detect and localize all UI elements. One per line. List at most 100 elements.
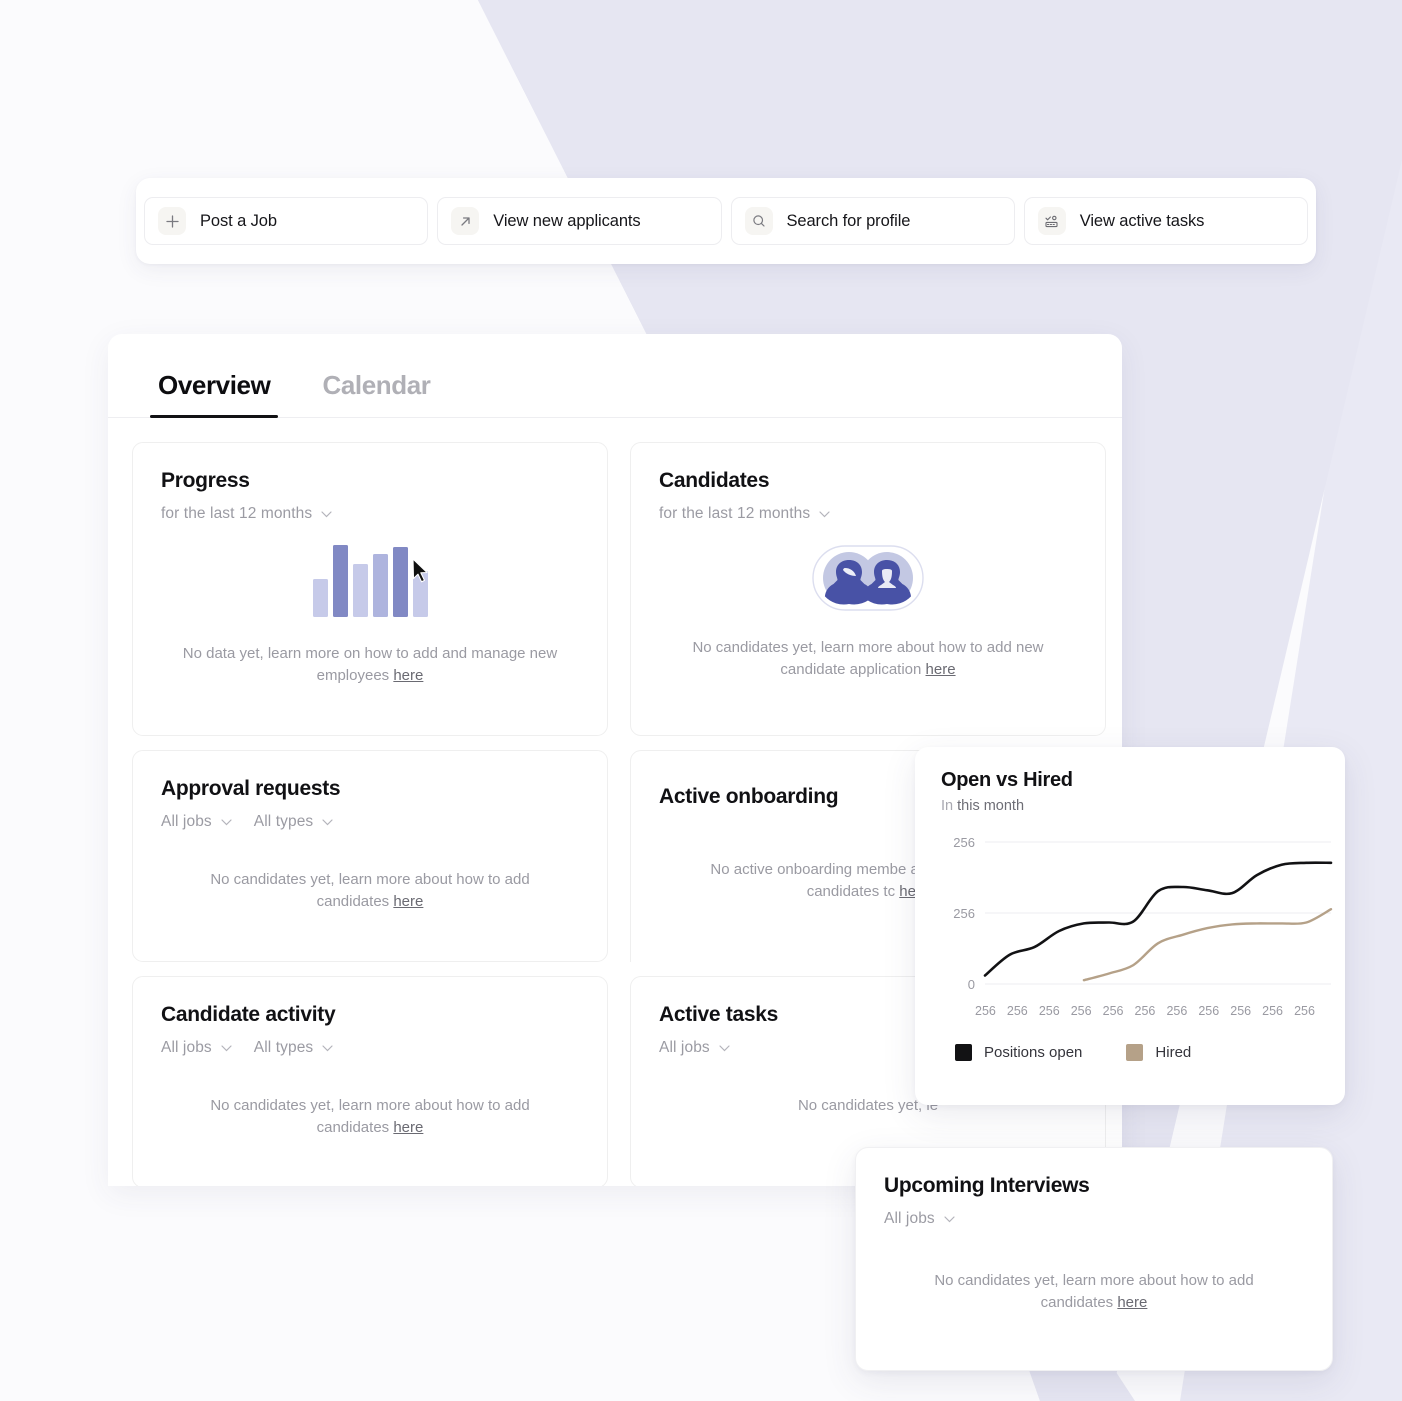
approval-types-dropdown[interactable]: All types xyxy=(254,813,333,831)
candidates-range-label: for the last 12 months xyxy=(659,505,811,522)
activity-empty-text: No candidates yet, learn more about how … xyxy=(210,1097,530,1136)
approval-empty-text: No candidates yet, learn more about how … xyxy=(210,871,530,910)
candidates-empty-text: No candidates yet, learn more about how … xyxy=(692,639,1044,678)
chart-plot-area: 256 256 0 xyxy=(931,828,1333,998)
tab-calendar[interactable]: Calendar xyxy=(296,370,456,417)
progress-here-link[interactable]: here xyxy=(393,667,423,684)
progress-range-dropdown[interactable]: for the last 12 months xyxy=(161,505,332,523)
x-tick-label: 256 xyxy=(1134,1004,1156,1018)
chart-legend: Positions open Hired xyxy=(931,1044,1319,1061)
x-tick-label: 256 xyxy=(1166,1004,1188,1018)
interviews-jobs-label: All jobs xyxy=(884,1210,935,1227)
legend-swatch xyxy=(955,1044,972,1061)
x-tick-label: 256 xyxy=(1070,1004,1092,1018)
chevron-down-icon xyxy=(944,1215,955,1222)
activity-jobs-dropdown[interactable]: All jobs xyxy=(161,1039,232,1057)
approval-types-label: All types xyxy=(253,813,314,830)
progress-illustration xyxy=(161,545,579,617)
progress-range-label: for the last 12 months xyxy=(161,505,313,522)
quick-actions-bar: Post a Job View new applicants Search fo… xyxy=(136,178,1316,264)
activity-jobs-label: All jobs xyxy=(161,1039,212,1056)
tasks-icon xyxy=(1037,207,1066,235)
y-tick-label: 256 xyxy=(953,906,975,921)
candidate-activity-filters: All jobs All types xyxy=(161,1039,579,1057)
approval-here-link[interactable]: here xyxy=(393,893,423,910)
x-tick-label: 256 xyxy=(1006,1004,1028,1018)
chevron-down-icon xyxy=(819,510,830,517)
activity-here-link[interactable]: here xyxy=(393,1119,423,1136)
approval-jobs-dropdown[interactable]: All jobs xyxy=(161,813,232,831)
tab-bar: Overview Calendar xyxy=(108,334,1122,418)
view-active-tasks-button[interactable]: View active tasks xyxy=(1023,197,1308,245)
progress-card: Progress for the last 12 months No data … xyxy=(132,442,608,736)
search-icon xyxy=(744,207,773,235)
line-chart-svg: 256 256 0 xyxy=(953,835,1333,992)
x-axis-ticks: 256 256 256 256 256 256 256 256 256 256 256 xyxy=(931,1004,1319,1018)
candidate-activity-title: Candidate activity xyxy=(161,1003,336,1026)
x-tick-label: 256 xyxy=(1038,1004,1060,1018)
chart-subtitle: In this month xyxy=(931,798,1319,814)
x-tick-label: 256 xyxy=(1102,1004,1124,1018)
progress-card-filters: for the last 12 months xyxy=(161,505,579,523)
open-vs-hired-chart-card: Open vs Hired In this month 256 256 0 25… xyxy=(915,747,1345,1105)
legend-label-hired: Hired xyxy=(1155,1044,1192,1061)
legend-item-positions-open: Positions open xyxy=(955,1044,1082,1061)
candidates-here-link[interactable]: here xyxy=(926,661,956,678)
mouse-cursor xyxy=(411,558,431,589)
approval-requests-title: Approval requests xyxy=(161,777,341,800)
activity-types-label: All types xyxy=(253,1039,314,1056)
approval-requests-filters: All jobs All types xyxy=(161,813,579,831)
chart-subtitle-prefix: In xyxy=(941,798,954,814)
y-tick-label: 0 xyxy=(968,977,975,992)
search-for-profile-label: Search for profile xyxy=(786,211,911,230)
interviews-jobs-dropdown[interactable]: All jobs xyxy=(884,1210,955,1228)
approval-requests-card: Approval requests All jobs All types No … xyxy=(132,750,608,962)
post-a-job-button[interactable]: Post a Job xyxy=(144,197,429,245)
candidate-activity-card: Candidate activity All jobs All types No… xyxy=(132,976,608,1186)
upcoming-interviews-card: Upcoming Interviews All jobs No candidat… xyxy=(855,1147,1333,1371)
chevron-down-icon xyxy=(322,818,333,825)
chevron-down-icon xyxy=(719,1044,730,1051)
activity-types-dropdown[interactable]: All types xyxy=(254,1039,333,1057)
candidates-card-title: Candidates xyxy=(659,469,770,492)
approval-jobs-label: All jobs xyxy=(161,813,212,830)
chevron-down-icon xyxy=(321,510,332,517)
two-people-avatar-icon xyxy=(812,545,924,611)
progress-empty-message: No data yet, learn more on how to add an… xyxy=(161,643,579,687)
chevron-down-icon xyxy=(221,1044,232,1051)
interviews-empty-message: No candidates yet, learn more about how … xyxy=(884,1270,1304,1314)
legend-item-hired: Hired xyxy=(1126,1044,1191,1061)
y-tick-label: 256 xyxy=(953,835,975,850)
plus-icon xyxy=(158,207,186,235)
candidates-empty-message: No candidates yet, learn more about how … xyxy=(659,637,1077,681)
series-hired-line xyxy=(1082,908,1333,982)
candidates-card: Candidates for the last 12 months No can… xyxy=(630,442,1106,736)
upcoming-interviews-title: Upcoming Interviews xyxy=(884,1174,1090,1197)
search-for-profile-button[interactable]: Search for profile xyxy=(730,197,1015,245)
view-active-tasks-label: View active tasks xyxy=(1079,211,1205,230)
interviews-here-link[interactable]: here xyxy=(1117,1294,1147,1311)
illustration-bar xyxy=(332,545,348,617)
chart-title: Open vs Hired xyxy=(941,769,1073,791)
legend-label-positions-open: Positions open xyxy=(984,1044,1083,1061)
post-a-job-label: Post a Job xyxy=(200,211,277,230)
tasks-jobs-dropdown[interactable]: All jobs xyxy=(659,1039,730,1057)
view-new-applicants-button[interactable]: View new applicants xyxy=(437,197,722,245)
activity-empty-message: No candidates yet, learn more about how … xyxy=(161,1095,579,1139)
series-positions-open-line xyxy=(983,861,1333,977)
candidates-range-dropdown[interactable]: for the last 12 months xyxy=(659,505,830,523)
upcoming-interviews-filters: All jobs xyxy=(884,1210,1304,1228)
x-tick-label: 256 xyxy=(975,1004,996,1018)
x-tick-label: 256 xyxy=(1230,1004,1252,1018)
x-tick-label: 256 xyxy=(1294,1004,1315,1018)
arrow-up-right-icon xyxy=(451,207,480,235)
approval-empty-message: No candidates yet, learn more about how … xyxy=(161,869,579,913)
interviews-empty-text: No candidates yet, learn more about how … xyxy=(934,1272,1254,1311)
legend-swatch xyxy=(1126,1044,1144,1061)
tasks-jobs-label: All jobs xyxy=(659,1039,710,1056)
progress-card-title: Progress xyxy=(161,469,250,492)
x-tick-label: 256 xyxy=(1198,1004,1220,1018)
chart-subtitle-value[interactable]: this month xyxy=(957,798,1024,814)
x-tick-label: 256 xyxy=(1262,1004,1284,1018)
tab-overview[interactable]: Overview xyxy=(132,370,296,418)
